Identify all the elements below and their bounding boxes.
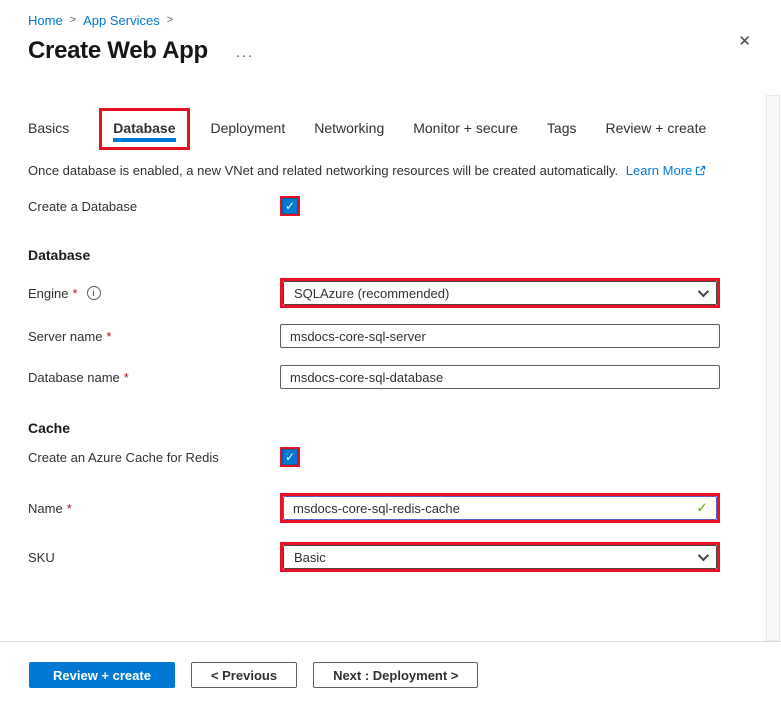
- chevron-down-icon: [698, 550, 709, 561]
- breadcrumb-app-services[interactable]: App Services: [83, 13, 160, 28]
- tab-basics[interactable]: Basics: [28, 111, 69, 147]
- title-row: Create Web App ... ✕: [0, 28, 781, 65]
- external-link-icon: [695, 164, 706, 179]
- cache-name-highlight: ✓: [280, 493, 720, 523]
- required-asterisk: *: [106, 329, 111, 344]
- create-database-row: Create a Database ✓: [28, 196, 748, 216]
- cache-section-heading: Cache: [28, 420, 753, 436]
- tab-deployment[interactable]: Deployment: [211, 111, 286, 147]
- more-options-icon[interactable]: ...: [236, 42, 255, 61]
- wizard-footer: Review + create < Previous Next : Deploy…: [0, 641, 781, 704]
- info-text: Once database is enabled, a new VNet and…: [28, 163, 618, 178]
- cache-name-row: Name* ✓: [28, 493, 748, 523]
- database-name-label: Database name*: [28, 370, 280, 385]
- database-section-heading: Database: [28, 247, 753, 263]
- tab-database[interactable]: Database: [113, 111, 175, 147]
- tab-tags[interactable]: Tags: [547, 111, 577, 147]
- sku-dropdown-value: Basic: [294, 550, 326, 565]
- create-database-checkbox[interactable]: ✓: [282, 198, 298, 214]
- create-database-checkbox-highlight: ✓: [280, 196, 300, 216]
- engine-dropdown[interactable]: SQLAzure (recommended): [283, 281, 717, 305]
- vertical-scrollbar[interactable]: [766, 95, 780, 641]
- previous-button[interactable]: < Previous: [191, 662, 297, 688]
- next-deployment-button[interactable]: Next : Deployment >: [313, 662, 478, 688]
- sku-dropdown-highlight: Basic: [280, 542, 720, 572]
- breadcrumb-separator-icon: >: [167, 14, 173, 26]
- tab-networking[interactable]: Networking: [314, 111, 384, 147]
- chevron-down-icon: [698, 286, 709, 297]
- breadcrumb: Home > App Services >: [0, 0, 781, 28]
- database-tab-highlight-box: Database: [99, 108, 189, 150]
- create-redis-label: Create an Azure Cache for Redis: [28, 450, 280, 465]
- required-asterisk: *: [72, 286, 77, 301]
- create-redis-checkbox-highlight: ✓: [280, 447, 300, 467]
- wizard-tabs: Basics Database Deployment Networking Mo…: [28, 108, 753, 150]
- tab-monitor-secure[interactable]: Monitor + secure: [413, 111, 518, 147]
- cache-name-label: Name*: [28, 501, 280, 516]
- server-name-label: Server name*: [28, 329, 280, 344]
- engine-label: Engine* i: [28, 286, 280, 301]
- breadcrumb-home[interactable]: Home: [28, 13, 63, 28]
- page-title: Create Web App: [28, 37, 208, 65]
- required-asterisk: *: [124, 370, 129, 385]
- close-icon[interactable]: ✕: [738, 34, 751, 49]
- engine-row: Engine* i SQLAzure (recommended): [28, 278, 748, 308]
- tab-review-create[interactable]: Review + create: [605, 111, 706, 147]
- review-create-button[interactable]: Review + create: [29, 662, 175, 688]
- required-asterisk: *: [67, 501, 72, 516]
- create-web-app-page: Home > App Services > Create Web App ...…: [0, 0, 781, 704]
- server-name-input[interactable]: [280, 324, 720, 348]
- vnet-info-text: Once database is enabled, a new VNet and…: [28, 163, 753, 179]
- info-icon[interactable]: i: [87, 286, 101, 300]
- database-name-row: Database name*: [28, 365, 748, 389]
- server-name-row: Server name*: [28, 324, 748, 348]
- sku-label: SKU: [28, 550, 280, 565]
- engine-dropdown-highlight: SQLAzure (recommended): [280, 278, 720, 308]
- learn-more-link[interactable]: Learn More: [626, 163, 692, 178]
- engine-dropdown-value: SQLAzure (recommended): [294, 286, 449, 301]
- create-redis-row: Create an Azure Cache for Redis ✓: [28, 447, 748, 467]
- sku-row: SKU Basic: [28, 542, 748, 572]
- create-database-label: Create a Database: [28, 199, 280, 214]
- create-redis-checkbox[interactable]: ✓: [282, 449, 298, 465]
- database-name-input[interactable]: [280, 365, 720, 389]
- sku-dropdown[interactable]: Basic: [283, 545, 717, 569]
- cache-name-input[interactable]: [283, 496, 717, 520]
- breadcrumb-separator-icon: >: [70, 14, 76, 26]
